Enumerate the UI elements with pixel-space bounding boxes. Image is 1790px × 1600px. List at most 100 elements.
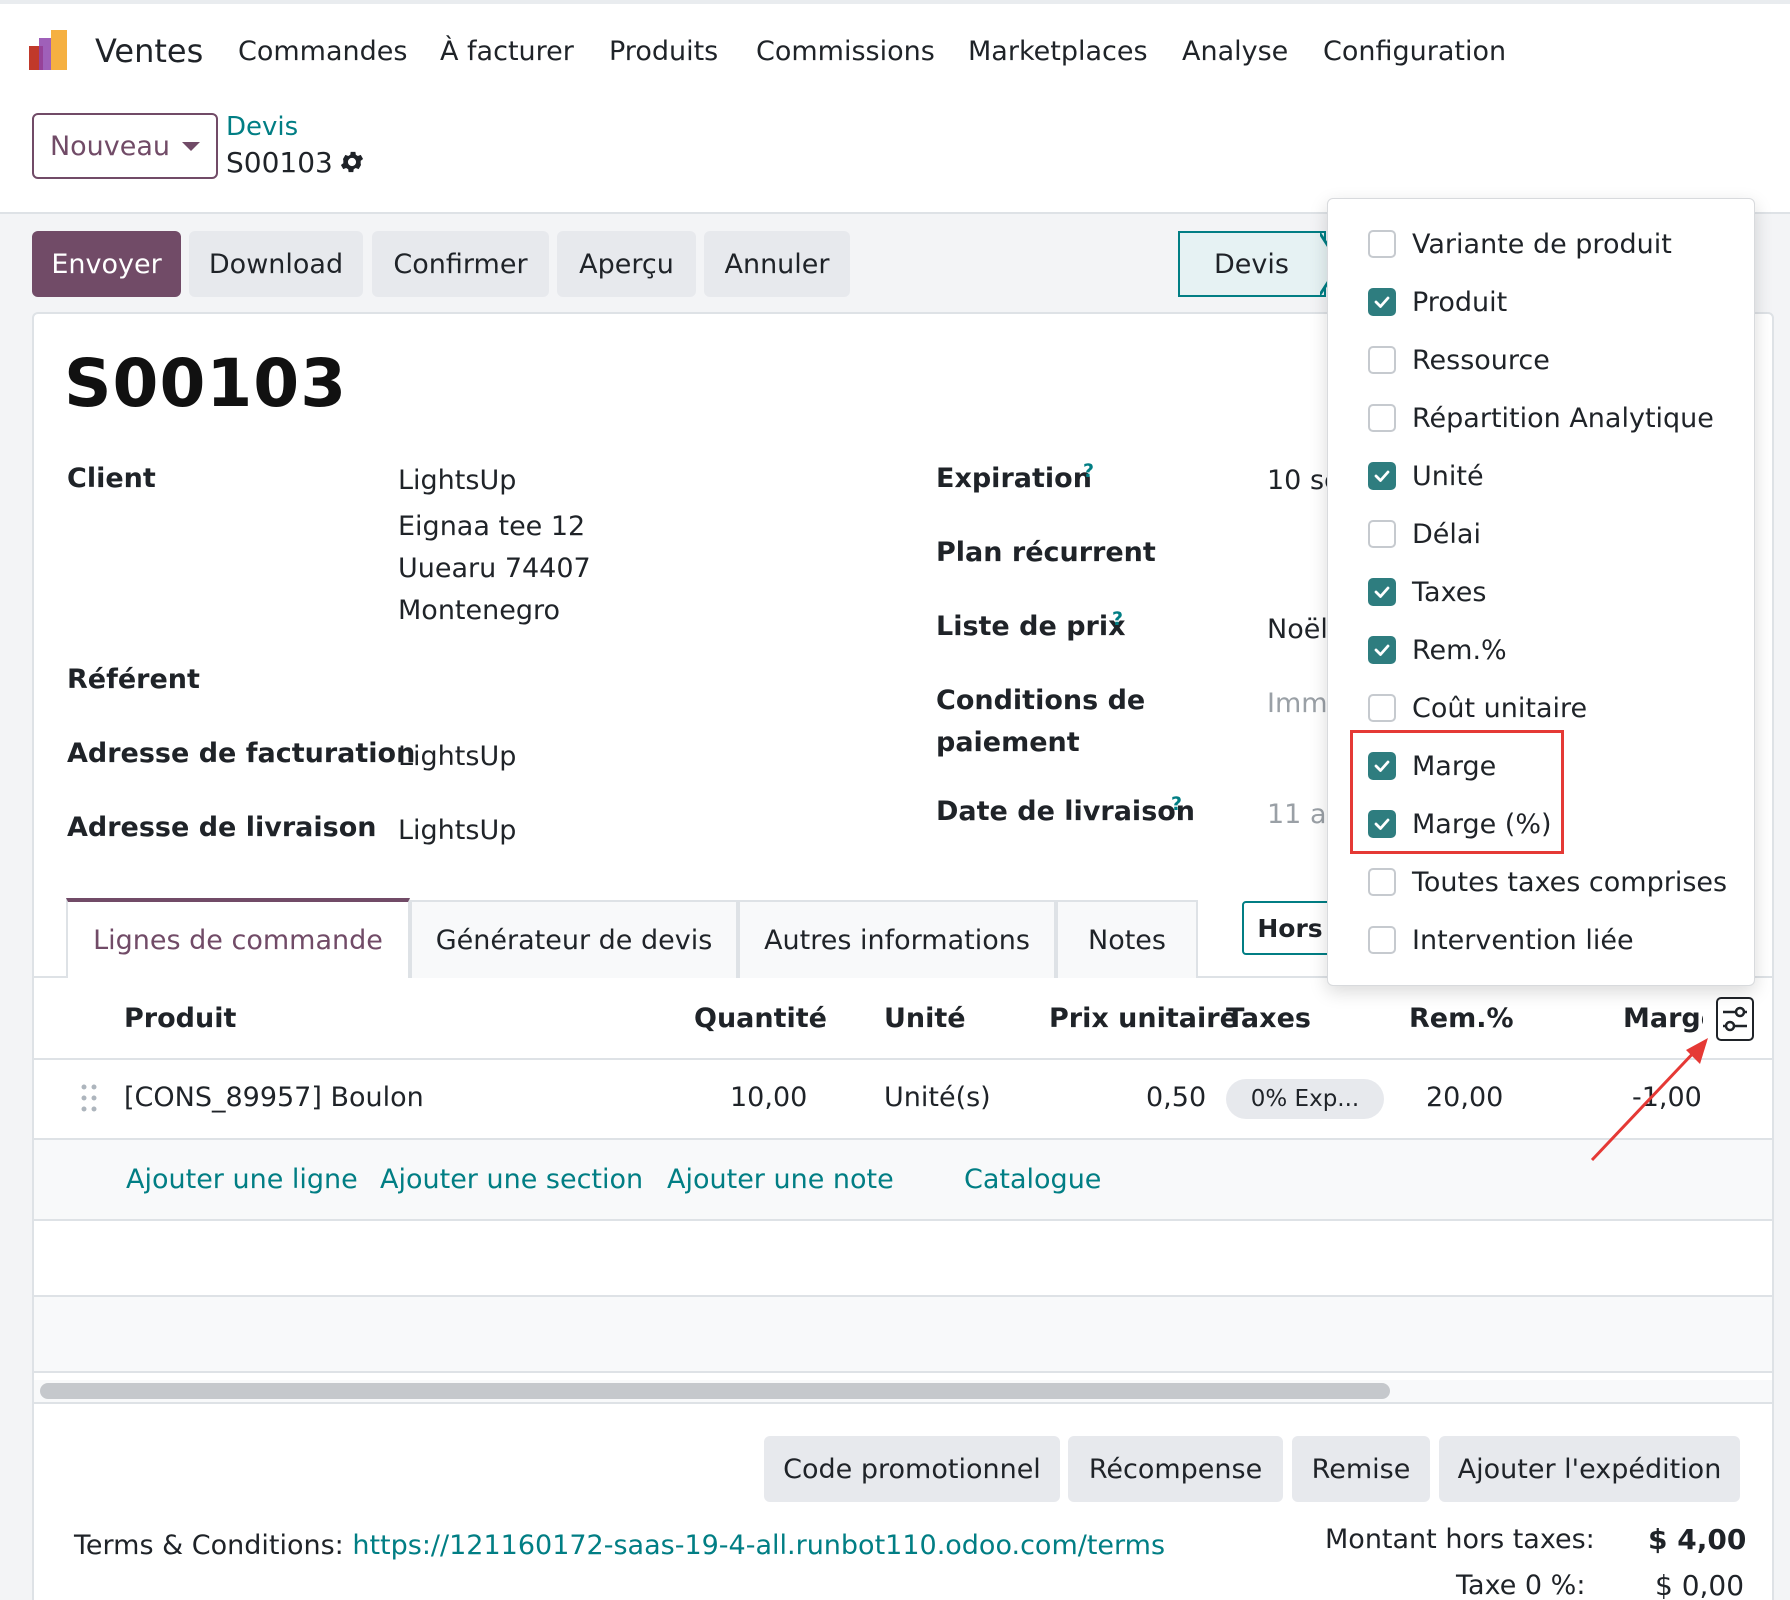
table-bottom-divider: [34, 1402, 1772, 1404]
annotation-arrow: [1590, 1038, 1708, 1162]
pricelist-help-icon[interactable]: ?: [1112, 608, 1123, 630]
col-taxes[interactable]: Taxes: [1226, 1003, 1311, 1034]
option-toutes-taxes-comprises[interactable]: Toutes taxes comprises: [1368, 862, 1727, 902]
col-discount[interactable]: Rem.%: [1409, 1003, 1514, 1034]
option-label: Délai: [1412, 518, 1481, 550]
add-note-link[interactable]: Ajouter une note: [667, 1164, 894, 1195]
untaxed-amount-value: $ 4,00: [1648, 1523, 1747, 1556]
client-street: Eignaa tee 12: [398, 511, 586, 542]
col-unit-price[interactable]: Prix unitaire: [1049, 1003, 1238, 1034]
drag-handle-icon[interactable]: [80, 1083, 98, 1113]
row-tax-tag[interactable]: 0% Exp...: [1226, 1079, 1384, 1119]
row-quantity[interactable]: 10,00: [730, 1082, 807, 1113]
checkbox-unchecked-icon[interactable]: [1368, 520, 1396, 548]
row-price[interactable]: 0,50: [1146, 1082, 1206, 1113]
client-label: Client: [67, 463, 156, 494]
terms-link[interactable]: https://121160172-saas-19-4-all.runbot11…: [352, 1530, 1165, 1561]
payment-terms-label: Conditions de: [936, 685, 1146, 716]
sliders-icon: [1723, 1006, 1747, 1032]
expiration-label: Expiration: [936, 463, 1092, 494]
tab-order-lines[interactable]: Lignes de commande: [66, 898, 410, 978]
cancel-button[interactable]: Annuler: [704, 231, 850, 297]
tax-amount-value: $ 0,00: [1655, 1569, 1745, 1600]
add-shipping-button[interactable]: Ajouter l'expédition: [1439, 1436, 1740, 1502]
app-name[interactable]: Ventes: [95, 32, 203, 70]
page-title: S00103: [64, 345, 348, 422]
menu-commissions[interactable]: Commissions: [756, 36, 935, 67]
menu-analyse[interactable]: Analyse: [1182, 36, 1288, 67]
checkbox-unchecked-icon[interactable]: [1368, 346, 1396, 374]
promo-code-button[interactable]: Code promotionnel: [764, 1436, 1060, 1502]
option-label: Variante de produit: [1412, 228, 1672, 260]
terms-conditions: Terms & Conditions: https://121160172-sa…: [74, 1530, 1165, 1561]
option-label: Toutes taxes comprises: [1412, 866, 1728, 898]
option-unite[interactable]: Unité: [1368, 456, 1484, 496]
shipping-address-value[interactable]: LightsUp: [398, 815, 516, 846]
sales-app-icon[interactable]: [29, 28, 75, 74]
breadcrumb-devis[interactable]: Devis: [226, 112, 298, 142]
tab-quote-builder[interactable]: Générateur de devis: [410, 900, 738, 978]
delivery-date-help-icon[interactable]: ?: [1171, 793, 1182, 815]
new-button-label: Nouveau: [49, 130, 171, 162]
billing-address-value[interactable]: LightsUp: [398, 741, 516, 772]
recurring-plan-label: Plan récurrent: [936, 537, 1156, 568]
add-section-link[interactable]: Ajouter une section: [380, 1164, 643, 1195]
confirm-button[interactable]: Confirmer: [372, 231, 549, 297]
shipping-address-label: Adresse de livraison: [67, 812, 377, 843]
option-taxes[interactable]: Taxes: [1368, 572, 1486, 612]
optional-columns-toggle[interactable]: [1716, 997, 1754, 1041]
menu-marketplaces[interactable]: Marketplaces: [968, 36, 1148, 67]
download-button[interactable]: Download: [189, 231, 363, 297]
reward-button[interactable]: Récompense: [1068, 1436, 1283, 1502]
checkbox-unchecked-icon[interactable]: [1368, 404, 1396, 432]
new-button[interactable]: Nouveau: [32, 113, 218, 179]
row-discount[interactable]: 20,00: [1426, 1082, 1503, 1113]
menu-produits[interactable]: Produits: [609, 36, 718, 67]
expiration-help-icon[interactable]: ?: [1083, 460, 1094, 482]
menu-a-facturer[interactable]: À facturer: [440, 36, 574, 67]
gear-icon[interactable]: [338, 148, 366, 176]
checkbox-unchecked-icon[interactable]: [1368, 868, 1396, 896]
checkbox-unchecked-icon[interactable]: [1368, 230, 1396, 258]
col-unit[interactable]: Unité: [884, 1003, 966, 1034]
option-ressource[interactable]: Ressource: [1368, 340, 1550, 380]
option-delai[interactable]: Délai: [1368, 514, 1481, 554]
row-unit[interactable]: Unité(s): [884, 1082, 991, 1113]
checkbox-unchecked-icon[interactable]: [1368, 926, 1396, 954]
client-name[interactable]: LightsUp: [398, 465, 516, 496]
discount-button[interactable]: Remise: [1292, 1436, 1430, 1502]
send-button[interactable]: Envoyer: [32, 231, 181, 297]
menu-commandes[interactable]: Commandes: [238, 36, 407, 67]
option-rem[interactable]: Rem.%: [1368, 630, 1507, 670]
stage-devis[interactable]: Devis: [1178, 231, 1326, 297]
col-product[interactable]: Produit: [124, 1003, 236, 1034]
option-label: Produit: [1412, 286, 1508, 318]
checkbox-checked-icon[interactable]: [1368, 288, 1396, 316]
checkbox-checked-icon[interactable]: [1368, 578, 1396, 606]
add-line-link[interactable]: Ajouter une ligne: [126, 1164, 358, 1195]
option-produit[interactable]: Produit: [1368, 282, 1507, 322]
checkbox-checked-icon[interactable]: [1368, 462, 1396, 490]
option-label: Intervention liée: [1412, 924, 1634, 956]
option-label: Taxes: [1412, 576, 1487, 608]
row-product[interactable]: [CONS_89957] Boulon: [124, 1082, 424, 1113]
scrollbar-thumb[interactable]: [40, 1383, 1390, 1399]
preview-button[interactable]: Aperçu: [557, 231, 696, 297]
catalog-link[interactable]: Catalogue: [964, 1164, 1101, 1195]
menu-configuration[interactable]: Configuration: [1323, 36, 1506, 67]
checkbox-unchecked-icon[interactable]: [1368, 694, 1396, 722]
tab-notes[interactable]: Notes: [1056, 900, 1198, 978]
option-intervention-liee[interactable]: Intervention liée: [1368, 920, 1634, 960]
option-label: Rem.%: [1412, 634, 1507, 666]
empty-row: [34, 1221, 1772, 1295]
tab-other-info[interactable]: Autres informations: [738, 900, 1056, 978]
untaxed-amount-label: Montant hors taxes:: [1325, 1524, 1595, 1555]
option-cout-unitaire[interactable]: Coût unitaire: [1368, 688, 1587, 728]
col-quantity[interactable]: Quantité: [694, 1003, 827, 1034]
option-repartition-analytique[interactable]: Répartition Analytique: [1368, 398, 1714, 438]
tax-toggle-button[interactable]: Hors: [1242, 901, 1338, 955]
option-variante-de-produit[interactable]: Variante de produit: [1368, 224, 1672, 264]
pricelist-value[interactable]: Noël: [1267, 614, 1328, 645]
checkbox-checked-icon[interactable]: [1368, 636, 1396, 664]
table-header-divider: [34, 1058, 1772, 1060]
